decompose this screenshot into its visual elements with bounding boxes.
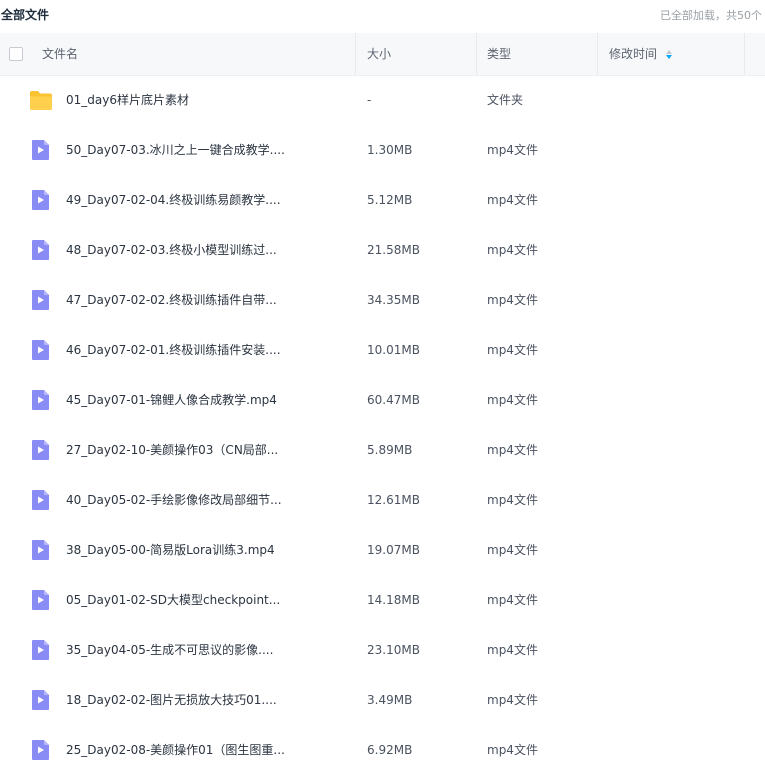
file-type: mp4文件 <box>487 143 538 157</box>
file-row[interactable]: 38_Day05-00-简易版Lora训练3.mp4 19.07MB mp4文件 <box>0 525 765 575</box>
video-file-icon <box>29 739 53 761</box>
folder-icon <box>29 89 53 111</box>
video-file-icon <box>29 289 53 311</box>
file-row[interactable]: 27_Day02-10-美颜操作03（CN局部... 5.89MB mp4文件 <box>0 425 765 475</box>
file-row[interactable]: 45_Day07-01-锦鲤人像合成教学.mp4 60.47MB mp4文件 <box>0 375 765 425</box>
file-type: mp4文件 <box>487 393 538 407</box>
file-size: 34.35MB <box>367 293 420 307</box>
file-name-link[interactable]: 46_Day07-02-01.终极训练插件安装.... <box>66 325 281 375</box>
file-type: mp4文件 <box>487 293 538 307</box>
file-type: mp4文件 <box>487 493 538 507</box>
video-file-icon <box>29 439 53 461</box>
file-row[interactable]: 05_Day01-02-SD大模型checkpoint... 14.18MB mp4… <box>0 575 765 625</box>
file-size: 5.12MB <box>367 193 413 207</box>
file-name-link[interactable]: 05_Day01-02-SD大模型checkpoint... <box>66 575 280 625</box>
file-size: 23.10MB <box>367 643 420 657</box>
file-size: 14.18MB <box>367 593 420 607</box>
file-size: - <box>367 93 372 107</box>
file-row[interactable]: 40_Day05-02-手绘影像修改局部细节... 12.61MB mp4文件 <box>0 475 765 525</box>
file-size: 3.49MB <box>367 693 413 707</box>
video-file-icon <box>29 189 53 211</box>
column-divider[interactable] <box>476 33 477 75</box>
file-type: mp4文件 <box>487 543 538 557</box>
select-all-checkbox[interactable] <box>9 47 23 61</box>
file-row[interactable]: 18_Day02-02-图片无损放大技巧01.... 3.49MB mp4文件 <box>0 675 765 725</box>
file-size: 6.92MB <box>367 743 413 757</box>
column-divider[interactable] <box>597 33 598 75</box>
column-divider[interactable] <box>744 33 745 75</box>
file-type: 文件夹 <box>487 93 524 107</box>
file-name-link[interactable]: 40_Day05-02-手绘影像修改局部细节... <box>66 475 282 525</box>
column-header-modified[interactable]: 修改时间 <box>609 33 657 75</box>
video-file-icon <box>29 639 53 661</box>
file-row[interactable]: 48_Day07-02-03.终极小模型训练过... 21.58MB mp4文件 <box>0 225 765 275</box>
file-type: mp4文件 <box>487 193 538 207</box>
file-size: 12.61MB <box>367 493 420 507</box>
video-file-icon <box>29 339 53 361</box>
video-file-icon <box>29 389 53 411</box>
video-file-icon <box>29 689 53 711</box>
file-type: mp4文件 <box>487 443 538 457</box>
file-row[interactable]: 25_Day02-08-美颜操作01（图生图重... 6.92MB mp4文件 <box>0 725 765 775</box>
video-file-icon <box>29 589 53 611</box>
file-row[interactable]: 47_Day07-02-02.终极训练插件自带... 34.35MB mp4文件 <box>0 275 765 325</box>
file-type: mp4文件 <box>487 693 538 707</box>
file-row[interactable]: 49_Day07-02-04.终极训练易颜教学.... 5.12MB mp4文件 <box>0 175 765 225</box>
file-type: mp4文件 <box>487 243 538 257</box>
file-name-link[interactable]: 49_Day07-02-04.终极训练易颜教学.... <box>66 175 281 225</box>
file-row[interactable]: 50_Day07-03.冰川之上一键合成教学.... 1.30MB mp4文件 <box>0 125 765 175</box>
file-size: 21.58MB <box>367 243 420 257</box>
file-type: mp4文件 <box>487 743 538 757</box>
file-table-header: 文件名 大小 类型 修改时间 <box>0 33 765 76</box>
file-list-topbar: 全部文件 已全部加载，共50个 <box>0 0 765 28</box>
file-type: mp4文件 <box>487 593 538 607</box>
file-name-link[interactable]: 01_day6样片底片素材 <box>66 75 189 125</box>
file-row[interactable]: 35_Day04-05-生成不可思议的影像.... 23.10MB mp4文件 <box>0 625 765 675</box>
column-divider[interactable] <box>355 33 356 75</box>
video-file-icon <box>29 539 53 561</box>
video-file-icon <box>29 239 53 261</box>
breadcrumb-all-files[interactable]: 全部文件 <box>1 6 49 23</box>
file-size: 5.89MB <box>367 443 413 457</box>
file-name-link[interactable]: 50_Day07-03.冰川之上一键合成教学.... <box>66 125 285 175</box>
file-list: 01_day6样片底片素材 - 文件夹 50_Day07-03.冰川之上一键合成教学.… <box>0 75 765 775</box>
file-name-link[interactable]: 47_Day07-02-02.终极训练插件自带... <box>66 275 277 325</box>
sort-order-icon[interactable] <box>666 33 672 75</box>
file-type: mp4文件 <box>487 643 538 657</box>
load-status: 已全部加载，共50个 <box>660 9 762 22</box>
video-file-icon <box>29 139 53 161</box>
file-size: 19.07MB <box>367 543 420 557</box>
video-file-icon <box>29 489 53 511</box>
file-size: 60.47MB <box>367 393 420 407</box>
file-name-link[interactable]: 45_Day07-01-锦鲤人像合成教学.mp4 <box>66 375 277 425</box>
file-row[interactable]: 46_Day07-02-01.终极训练插件安装.... 10.01MB mp4文件 <box>0 325 765 375</box>
file-type: mp4文件 <box>487 343 538 357</box>
file-name-link[interactable]: 48_Day07-02-03.终极小模型训练过... <box>66 225 277 275</box>
column-header-size[interactable]: 大小 <box>367 33 391 75</box>
file-name-link[interactable]: 35_Day04-05-生成不可思议的影像.... <box>66 625 273 675</box>
column-header-name[interactable]: 文件名 <box>42 33 78 75</box>
file-name-link[interactable]: 27_Day02-10-美颜操作03（CN局部... <box>66 425 278 475</box>
file-size: 10.01MB <box>367 343 420 357</box>
file-name-link[interactable]: 18_Day02-02-图片无损放大技巧01.... <box>66 675 277 725</box>
file-name-link[interactable]: 25_Day02-08-美颜操作01（图生图重... <box>66 725 285 775</box>
file-size: 1.30MB <box>367 143 413 157</box>
file-row[interactable]: 01_day6样片底片素材 - 文件夹 <box>0 75 765 125</box>
file-name-link[interactable]: 38_Day05-00-简易版Lora训练3.mp4 <box>66 525 275 575</box>
column-header-type[interactable]: 类型 <box>487 33 511 75</box>
